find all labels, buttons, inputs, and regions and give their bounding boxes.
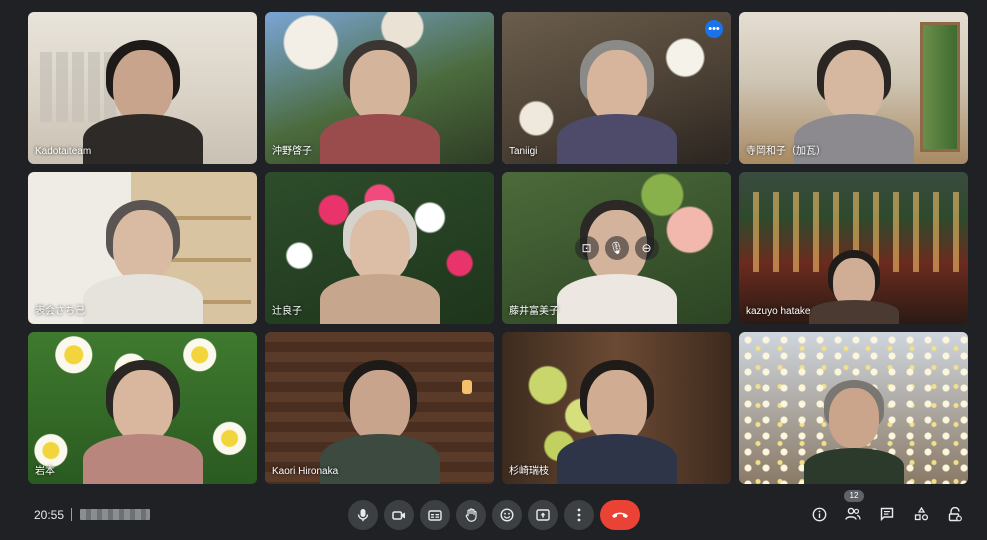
participant-tile[interactable]: 寺岡和子（加瓦） (739, 12, 968, 164)
participant-tile[interactable]: Kaori Hironaka (265, 332, 494, 484)
chat-button[interactable] (874, 501, 900, 527)
camera-button[interactable] (384, 500, 414, 530)
info-icon (812, 507, 826, 521)
divider (71, 508, 72, 521)
bottom-toolbar: 20:55 12 (0, 490, 987, 540)
captions-button[interactable] (420, 500, 450, 530)
raise-hand-icon (465, 508, 477, 522)
participant-tile[interactable]: Kadotaiteam (28, 12, 257, 164)
emoji-button[interactable] (492, 500, 522, 530)
captions-icon (428, 509, 442, 521)
host-controls-icon (948, 506, 962, 521)
mic-icon[interactable]: 🎙 (604, 236, 629, 260)
chat-icon (880, 507, 894, 521)
microphone-button[interactable] (348, 500, 378, 530)
call-controls (348, 500, 640, 530)
participant-video (808, 244, 899, 324)
participant-video (82, 32, 203, 164)
participant-name: 杉崎瑞枝 (509, 466, 549, 477)
emoji-icon (500, 508, 514, 522)
participant-name: 寺岡和子（加瓦） (746, 146, 826, 157)
present-screen-button[interactable] (528, 500, 558, 530)
present-icon (536, 509, 550, 521)
participant-grid: Kadotaiteam 沖野啓子 ••• Taniigi 寺岡和子（加瓦） 表会… (28, 12, 968, 487)
people-icon (845, 507, 861, 520)
participant-tile[interactable]: 沖野啓子 (265, 12, 494, 164)
participant-tile[interactable]: 杉崎瑞枝 (502, 332, 731, 484)
participant-count-badge: 12 (844, 490, 864, 502)
host-controls-button[interactable] (942, 501, 968, 527)
activities-button[interactable] (908, 501, 934, 527)
participant-name: Kadotaiteam (35, 146, 92, 157)
participant-name: 辻良子 (272, 306, 302, 317)
meeting-time: 20:55 (34, 508, 65, 522)
tile-hover-controls: ⊡ 🎙 ⊖ (574, 236, 659, 260)
participant-name: 表会さち己 (35, 306, 85, 317)
participant-name: kazuyo hatake (746, 306, 811, 317)
participant-tile[interactable]: 表会さち己 (28, 172, 257, 324)
window-frame (920, 22, 960, 152)
participant-tile[interactable] (739, 332, 968, 484)
participant-tile[interactable]: kazuyo hatake (739, 172, 968, 324)
meeting-code-redacted (80, 509, 150, 520)
people-button[interactable]: 12 (840, 490, 866, 527)
participant-name: 藤井富美子 (509, 306, 559, 317)
raise-hand-button[interactable] (456, 500, 486, 530)
participant-tile[interactable]: 岩本 (28, 332, 257, 484)
participant-name: 岩本 (35, 466, 55, 477)
participant-video (319, 192, 440, 324)
leave-call-button[interactable] (600, 500, 640, 530)
pin-icon[interactable]: ⊡ (574, 236, 599, 260)
participant-name: Kaori Hironaka (272, 466, 339, 477)
participant-tile[interactable]: ⊡ 🎙 ⊖ 藤井富美子 (502, 172, 731, 324)
participant-video (82, 192, 203, 324)
participant-tile-active-speaker[interactable]: ••• Taniigi (502, 12, 731, 164)
participant-video (319, 352, 440, 484)
more-options-icon (577, 508, 581, 522)
participant-video (556, 32, 677, 164)
more-options-icon[interactable]: ••• (705, 20, 723, 38)
participant-name: 沖野啓子 (272, 146, 312, 157)
activities-icon (914, 507, 928, 521)
participant-name: Taniigi (509, 146, 538, 157)
mic-icon (357, 509, 369, 522)
participant-tile[interactable]: 辻良子 (265, 172, 494, 324)
hangup-icon (612, 512, 628, 518)
meeting-details-button[interactable] (806, 501, 832, 527)
participant-video (556, 352, 677, 484)
participant-video (803, 374, 904, 484)
more-options-button[interactable] (564, 500, 594, 530)
side-controls: 12 (806, 490, 968, 529)
wall-lamp (462, 380, 472, 394)
participant-video (82, 352, 203, 484)
remove-icon[interactable]: ⊖ (634, 236, 659, 260)
participant-video (319, 32, 440, 164)
camera-icon (392, 510, 405, 520)
